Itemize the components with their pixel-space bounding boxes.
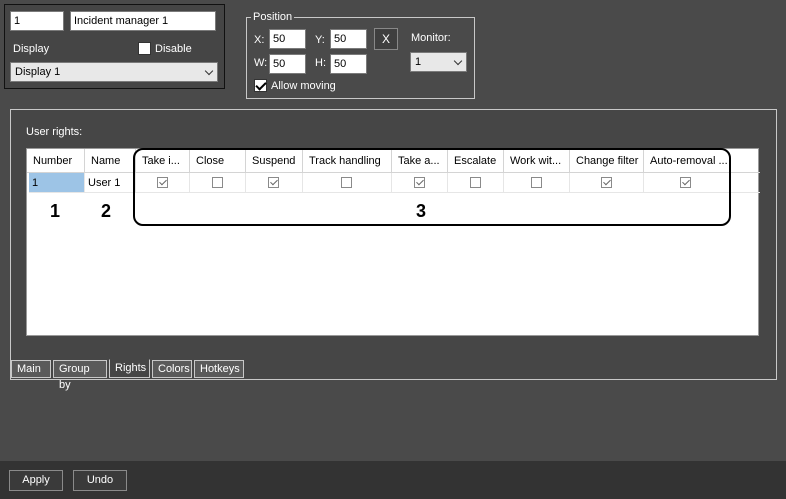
column-header-number[interactable]: Number [27, 149, 85, 173]
callout-number-1: 1 [50, 201, 61, 221]
tab-group-by[interactable]: Group by [53, 360, 107, 391]
tab-main[interactable]: Main [11, 360, 51, 378]
undo-button[interactable]: Undo [73, 470, 127, 491]
callout-number-2: 2 [101, 201, 112, 221]
w-field[interactable]: 50 [269, 54, 306, 74]
display-select-value: Display 1 [15, 66, 61, 78]
allow-moving-label: Allow moving [271, 80, 336, 92]
w-label: W: [254, 57, 268, 69]
cell-number[interactable]: 1 [29, 173, 85, 193]
y-field[interactable]: 50 [330, 29, 367, 49]
apply-button[interactable]: Apply [9, 470, 63, 491]
tab-colors[interactable]: Colors [152, 360, 192, 378]
disable-checkbox[interactable] [138, 42, 151, 55]
callout-frame-permissions [133, 148, 731, 226]
display-select[interactable]: Display 1 [10, 62, 218, 82]
monitor-select-value: 1 [415, 56, 422, 68]
allow-moving-checkbox[interactable] [254, 79, 267, 92]
user-rights-label: User rights: [26, 126, 83, 138]
x-field[interactable]: 50 [269, 29, 306, 49]
h-label: H: [315, 57, 326, 69]
x-label: X: [254, 34, 265, 46]
position-legend: Position [251, 11, 295, 23]
name-field[interactable]: Incident manager 1 [70, 11, 216, 31]
monitor-label: Monitor: [411, 32, 451, 44]
monitor-select[interactable]: 1 [410, 52, 467, 72]
h-field[interactable]: 50 [330, 54, 367, 74]
reset-position-button[interactable]: X [374, 28, 398, 50]
cell-name[interactable]: User 1 [85, 173, 136, 193]
y-label: Y: [315, 34, 325, 46]
id-field[interactable]: 1 [10, 11, 64, 31]
chevron-down-icon [204, 66, 214, 76]
disable-label: Disable [155, 43, 192, 55]
display-label: Display [13, 43, 50, 55]
chevron-down-icon [453, 56, 463, 66]
column-header-name[interactable]: Name [85, 149, 136, 173]
tab-hotkeys[interactable]: Hotkeys [194, 360, 244, 378]
tab-rights[interactable]: Rights [109, 359, 150, 378]
